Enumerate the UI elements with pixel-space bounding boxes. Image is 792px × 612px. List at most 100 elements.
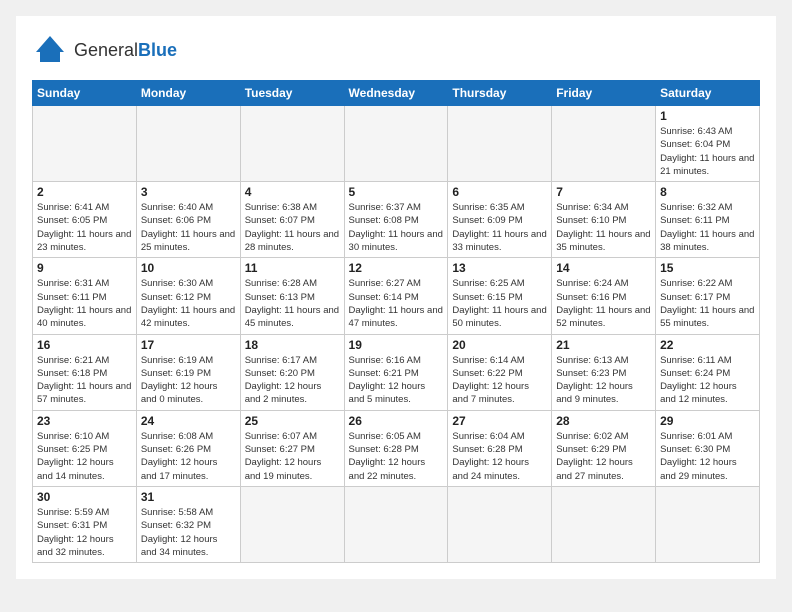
calendar-cell (552, 106, 656, 182)
calendar-cell: 22Sunrise: 6:11 AM Sunset: 6:24 PM Dayli… (656, 334, 760, 410)
day-number: 28 (556, 414, 651, 428)
day-info: Sunrise: 6:02 AM Sunset: 6:29 PM Dayligh… (556, 430, 651, 483)
logo-text: GeneralBlue (74, 40, 177, 61)
day-number: 2 (37, 185, 132, 199)
day-info: Sunrise: 6:25 AM Sunset: 6:15 PM Dayligh… (452, 277, 547, 330)
calendar-cell: 18 Sunrise: 6:17 AM Sunset: 6:20 PM Dayli… (240, 334, 344, 410)
calendar-cell: 26 Sunrise: 6:05 AM Sunset: 6:28 PM Dayli… (344, 410, 448, 486)
calendar-cell: 14Sunrise: 6:24 AM Sunset: 6:16 PM Dayli… (552, 258, 656, 334)
calendar-cell (240, 106, 344, 182)
day-info: Sunrise: 6:28 AM Sunset: 6:13 PM Dayligh… (245, 277, 340, 330)
calendar-week-row: 23Sunrise: 6:10 AM Sunset: 6:25 PM Dayli… (33, 410, 760, 486)
calendar-cell (240, 486, 344, 562)
calendar-cell (552, 486, 656, 562)
day-info: Sunrise: 6:07 AM Sunset: 6:27 PM Dayligh… (245, 430, 340, 483)
calendar-cell: 29Sunrise: 6:01 AM Sunset: 6:30 PM Dayli… (656, 410, 760, 486)
calendar-cell: 8 Sunrise: 6:32 AM Sunset: 6:11 PM Daylig… (656, 182, 760, 258)
logo-blue: Blue (138, 40, 177, 60)
day-info: Sunrise: 6:05 AM Sunset: 6:28 PM Dayligh… (349, 430, 444, 483)
day-info: Sunrise: 6:37 AM Sunset: 6:08 PM Dayligh… (349, 201, 444, 254)
calendar-cell: 7 Sunrise: 6:34 AM Sunset: 6:10 PM Daylig… (552, 182, 656, 258)
calendar-day-header: Wednesday (344, 81, 448, 106)
calendar-cell (33, 106, 137, 182)
calendar-week-row: 1Sunrise: 6:43 AM Sunset: 6:04 PM Daylig… (33, 106, 760, 182)
day-info: Sunrise: 6:13 AM Sunset: 6:23 PM Dayligh… (556, 354, 651, 407)
calendar-cell: 2 Sunrise: 6:41 AM Sunset: 6:05 PM Daylig… (33, 182, 137, 258)
day-number: 14 (556, 261, 651, 275)
calendar-week-row: 9 Sunrise: 6:31 AM Sunset: 6:11 PM Daylig… (33, 258, 760, 334)
day-number: 24 (141, 414, 236, 428)
day-info: Sunrise: 6:19 AM Sunset: 6:19 PM Dayligh… (141, 354, 236, 407)
calendar-cell: 15 Sunrise: 6:22 AM Sunset: 6:17 PM Dayli… (656, 258, 760, 334)
calendar-cell: 25 Sunrise: 6:07 AM Sunset: 6:27 PM Dayli… (240, 410, 344, 486)
calendar-cell (656, 486, 760, 562)
calendar-day-header: Monday (136, 81, 240, 106)
calendar-cell: 1Sunrise: 6:43 AM Sunset: 6:04 PM Daylig… (656, 106, 760, 182)
calendar-cell: 20 Sunrise: 6:14 AM Sunset: 6:22 PM Dayli… (448, 334, 552, 410)
calendar-cell (448, 106, 552, 182)
day-info: Sunrise: 5:59 AM Sunset: 6:31 PM Dayligh… (37, 506, 132, 559)
calendar-cell: 12Sunrise: 6:27 AM Sunset: 6:14 PM Dayli… (344, 258, 448, 334)
day-info: Sunrise: 6:08 AM Sunset: 6:26 PM Dayligh… (141, 430, 236, 483)
day-number: 15 (660, 261, 755, 275)
calendar-cell: 27Sunrise: 6:04 AM Sunset: 6:28 PM Dayli… (448, 410, 552, 486)
calendar-day-header: Sunday (33, 81, 137, 106)
day-number: 23 (37, 414, 132, 428)
day-number: 4 (245, 185, 340, 199)
day-info: Sunrise: 6:41 AM Sunset: 6:05 PM Dayligh… (37, 201, 132, 254)
logo: GeneralBlue (32, 32, 177, 68)
day-info: Sunrise: 6:38 AM Sunset: 6:07 PM Dayligh… (245, 201, 340, 254)
calendar-header-row: SundayMondayTuesdayWednesdayThursdayFrid… (33, 81, 760, 106)
day-number: 25 (245, 414, 340, 428)
day-number: 30 (37, 490, 132, 504)
day-number: 10 (141, 261, 236, 275)
day-info: Sunrise: 6:35 AM Sunset: 6:09 PM Dayligh… (452, 201, 547, 254)
day-number: 26 (349, 414, 444, 428)
calendar-cell (136, 106, 240, 182)
calendar-cell: 3Sunrise: 6:40 AM Sunset: 6:06 PM Daylig… (136, 182, 240, 258)
calendar-cell: 9 Sunrise: 6:31 AM Sunset: 6:11 PM Daylig… (33, 258, 137, 334)
calendar-cell: 13Sunrise: 6:25 AM Sunset: 6:15 PM Dayli… (448, 258, 552, 334)
day-info: Sunrise: 6:21 AM Sunset: 6:18 PM Dayligh… (37, 354, 132, 407)
day-info: Sunrise: 5:58 AM Sunset: 6:32 PM Dayligh… (141, 506, 236, 559)
day-info: Sunrise: 6:32 AM Sunset: 6:11 PM Dayligh… (660, 201, 755, 254)
calendar-week-row: 30 Sunrise: 5:59 AM Sunset: 6:31 PM Dayli… (33, 486, 760, 562)
day-number: 6 (452, 185, 547, 199)
calendar-cell: 31Sunrise: 5:58 AM Sunset: 6:32 PM Dayli… (136, 486, 240, 562)
header: GeneralBlue (32, 32, 760, 68)
calendar-cell: 24 Sunrise: 6:08 AM Sunset: 6:26 PM Dayli… (136, 410, 240, 486)
day-info: Sunrise: 6:34 AM Sunset: 6:10 PM Dayligh… (556, 201, 651, 254)
calendar-cell: 30 Sunrise: 5:59 AM Sunset: 6:31 PM Dayli… (33, 486, 137, 562)
day-number: 22 (660, 338, 755, 352)
day-info: Sunrise: 6:14 AM Sunset: 6:22 PM Dayligh… (452, 354, 547, 407)
generalblue-logo-icon (32, 32, 68, 68)
day-info: Sunrise: 6:27 AM Sunset: 6:14 PM Dayligh… (349, 277, 444, 330)
calendar-cell: 11 Sunrise: 6:28 AM Sunset: 6:13 PM Dayli… (240, 258, 344, 334)
calendar-cell: 28 Sunrise: 6:02 AM Sunset: 6:29 PM Dayli… (552, 410, 656, 486)
day-info: Sunrise: 6:17 AM Sunset: 6:20 PM Dayligh… (245, 354, 340, 407)
calendar-cell: 19Sunrise: 6:16 AM Sunset: 6:21 PM Dayli… (344, 334, 448, 410)
calendar-cell: 21 Sunrise: 6:13 AM Sunset: 6:23 PM Dayli… (552, 334, 656, 410)
calendar-day-header: Tuesday (240, 81, 344, 106)
page: GeneralBlue SundayMondayTuesdayWednesday… (16, 16, 776, 579)
day-number: 7 (556, 185, 651, 199)
logo-general: General (74, 40, 138, 60)
day-info: Sunrise: 6:04 AM Sunset: 6:28 PM Dayligh… (452, 430, 547, 483)
day-info: Sunrise: 6:22 AM Sunset: 6:17 PM Dayligh… (660, 277, 755, 330)
day-info: Sunrise: 6:40 AM Sunset: 6:06 PM Dayligh… (141, 201, 236, 254)
calendar-cell: 16Sunrise: 6:21 AM Sunset: 6:18 PM Dayli… (33, 334, 137, 410)
calendar-cell: 10Sunrise: 6:30 AM Sunset: 6:12 PM Dayli… (136, 258, 240, 334)
day-number: 21 (556, 338, 651, 352)
calendar-cell: 4 Sunrise: 6:38 AM Sunset: 6:07 PM Daylig… (240, 182, 344, 258)
day-number: 8 (660, 185, 755, 199)
day-number: 20 (452, 338, 547, 352)
day-info: Sunrise: 6:31 AM Sunset: 6:11 PM Dayligh… (37, 277, 132, 330)
calendar-day-header: Thursday (448, 81, 552, 106)
calendar-cell: 6 Sunrise: 6:35 AM Sunset: 6:09 PM Daylig… (448, 182, 552, 258)
day-number: 11 (245, 261, 340, 275)
day-number: 9 (37, 261, 132, 275)
calendar-cell (448, 486, 552, 562)
day-number: 18 (245, 338, 340, 352)
day-info: Sunrise: 6:43 AM Sunset: 6:04 PM Dayligh… (660, 125, 755, 178)
calendar-cell: 5Sunrise: 6:37 AM Sunset: 6:08 PM Daylig… (344, 182, 448, 258)
